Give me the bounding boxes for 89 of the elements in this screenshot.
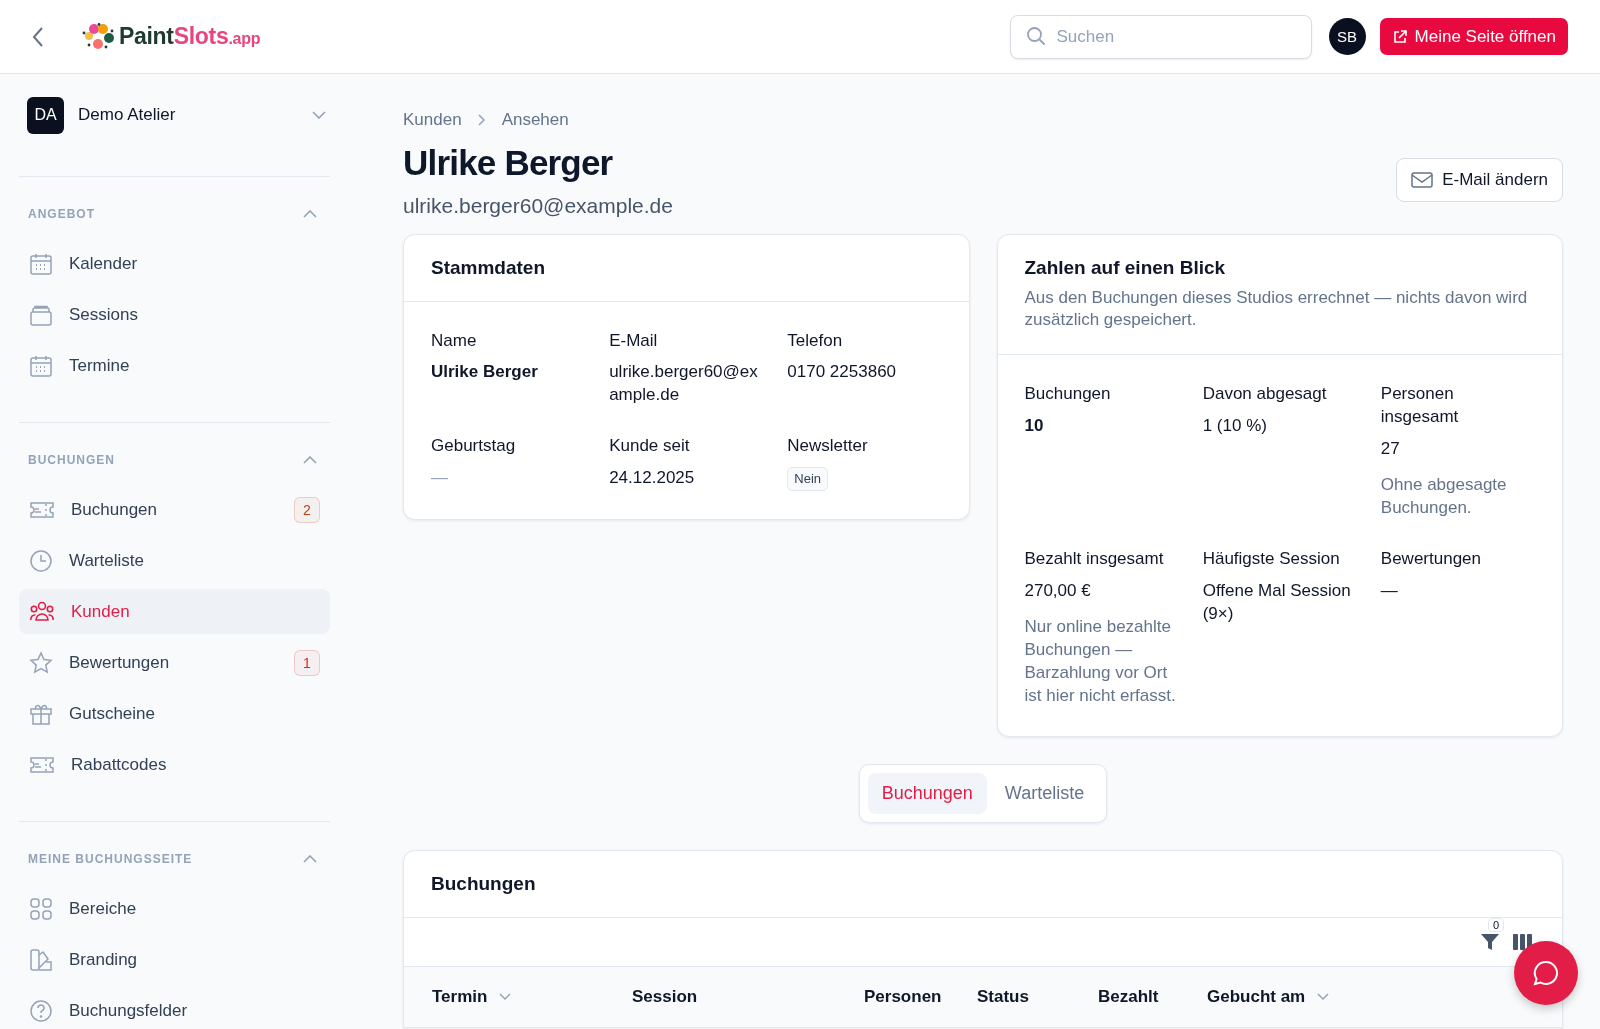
field-label: Kunde seit — [609, 435, 691, 458]
back-icon[interactable] — [31, 25, 45, 48]
calendar-icon — [29, 251, 53, 276]
column-header[interactable]: Termin — [432, 986, 512, 1007]
card-title: Zahlen auf einen Blick — [1024, 256, 1227, 279]
column-header: Session — [632, 986, 698, 1007]
tab[interactable]: Warteliste — [990, 772, 1099, 814]
external-link-icon — [1391, 28, 1408, 45]
collapse-chevron-icon[interactable] — [303, 210, 317, 218]
sidebar-item[interactable]: Gutscheine — [19, 691, 330, 736]
stat-note: Nur online bezahlte Buchungen — Barzahlung vor Ort ist hier nicht erfasst. — [1024, 615, 1177, 707]
chevron-down-icon — [312, 111, 326, 119]
brand-logo[interactable]: PaintSlots.app — [119, 23, 261, 50]
column-header: Status — [977, 986, 1029, 1007]
collapse-chevron-icon[interactable] — [303, 456, 317, 464]
card-title: Buchungen — [431, 872, 537, 895]
change-email-button[interactable]: E-Mail ändern — [1396, 157, 1563, 202]
star-icon — [29, 650, 53, 675]
field-label: Newsletter — [787, 435, 869, 458]
chat-bubble-icon — [1533, 960, 1559, 986]
stat-value: — — [1380, 580, 1399, 602]
stat-label: Personen insgesamt — [1380, 383, 1460, 429]
section-heading: MEINE BUCHUNGSSEITE — [28, 852, 193, 866]
page-title: Ulrike Berger — [403, 142, 614, 184]
field-label: Geburtstag — [431, 435, 517, 458]
count-badge: 1 — [294, 649, 320, 676]
sidebar-item[interactable]: Buchungen 2 — [19, 487, 330, 532]
sidebar-item[interactable]: Rabattcodes — [19, 742, 330, 787]
search-field[interactable]: Suchen — [1009, 14, 1312, 59]
stat-value: 27 — [1380, 438, 1401, 461]
stat-label: Bewertungen — [1380, 548, 1482, 571]
field-value: ulrike.berger60@example.de — [609, 361, 759, 407]
grid-icon — [29, 896, 53, 921]
column-header: Personen — [864, 986, 942, 1007]
stat-value: 10 — [1024, 415, 1045, 438]
collapse-chevron-icon[interactable] — [303, 855, 317, 863]
sidebar-item[interactable]: Kunden — [19, 589, 330, 634]
tab[interactable]: Buchungen — [867, 772, 987, 814]
stat-label: Bezahlt insgesamt — [1024, 548, 1165, 571]
stat-value: Offene Mal Session (9×) — [1202, 580, 1352, 625]
field-value: Ulrike Berger — [431, 361, 539, 384]
count-badge: 2 — [294, 496, 320, 523]
column-header: Bezahlt — [1098, 986, 1159, 1007]
account-switcher[interactable]: DA Demo Atelier — [19, 96, 330, 134]
stat-label: Häufigste Session — [1202, 548, 1341, 571]
logo-dots-icon — [81, 22, 115, 51]
columns-icon[interactable] — [1512, 932, 1534, 951]
field-label: Telefon — [787, 329, 844, 352]
breadcrumb-chevron-icon — [477, 114, 486, 126]
section-heading: BUCHUNGEN — [28, 453, 115, 467]
sidebar-item[interactable]: Bewertungen 1 — [19, 640, 330, 685]
field-label: Name — [431, 329, 478, 352]
breadcrumb-link[interactable]: Kunden — [403, 110, 462, 130]
filter-icon[interactable] — [1480, 931, 1500, 952]
sidebar-item[interactable]: Warteliste — [19, 538, 330, 583]
stat-label: Buchungen — [1024, 383, 1112, 406]
sidebar-item[interactable]: Branding — [19, 937, 330, 982]
breadcrumb-current: Ansehen — [501, 110, 569, 130]
help-icon — [29, 998, 53, 1023]
status-tag: Nein — [787, 467, 829, 491]
sidebar-item[interactable]: Kalender — [19, 241, 330, 286]
stat-value: 270,00 € — [1024, 580, 1092, 602]
customer-email: ulrike.berger60@example.de — [403, 193, 673, 218]
account-avatar: DA — [27, 96, 64, 134]
sidebar-item[interactable]: Buchungsfelder — [19, 988, 330, 1029]
card-subtitle: Aus den Buchungen dieses Studios errechnet — nichts davon wird zusätzlich gespeichert. — [1024, 286, 1529, 332]
user-avatar[interactable]: SB — [1328, 18, 1366, 55]
clock-icon — [29, 548, 53, 573]
people-icon — [29, 599, 55, 624]
swatch-icon — [29, 947, 53, 972]
account-name: Demo Atelier — [78, 105, 177, 125]
sort-chevron-icon — [499, 992, 512, 1001]
sidebar-item[interactable]: Bereiche — [19, 886, 330, 931]
field-value: — — [431, 467, 449, 490]
field-label: E-Mail — [609, 329, 659, 352]
field-value: 24.12.2025 — [609, 467, 696, 490]
stat-note: Ohne abgesagte Buchungen. — [1380, 474, 1508, 520]
stat-label: Davon abgesagt — [1202, 383, 1328, 406]
card-title: Stammdaten — [431, 256, 547, 279]
field-value: 0170 2253860 — [787, 361, 898, 384]
column-header[interactable]: Gebucht am — [1207, 986, 1330, 1007]
sort-chevron-icon — [1317, 992, 1330, 1001]
open-page-button[interactable]: Meine Seite öffnen — [1379, 18, 1568, 55]
sidebar-item[interactable]: Termine — [19, 343, 330, 388]
stat-value: 1 (10 %) — [1202, 415, 1268, 438]
mail-icon — [1411, 171, 1434, 188]
sidebar-item[interactable]: Sessions — [19, 292, 330, 337]
calendar-icon — [29, 353, 53, 378]
section-heading: ANGEBOT — [28, 207, 95, 221]
